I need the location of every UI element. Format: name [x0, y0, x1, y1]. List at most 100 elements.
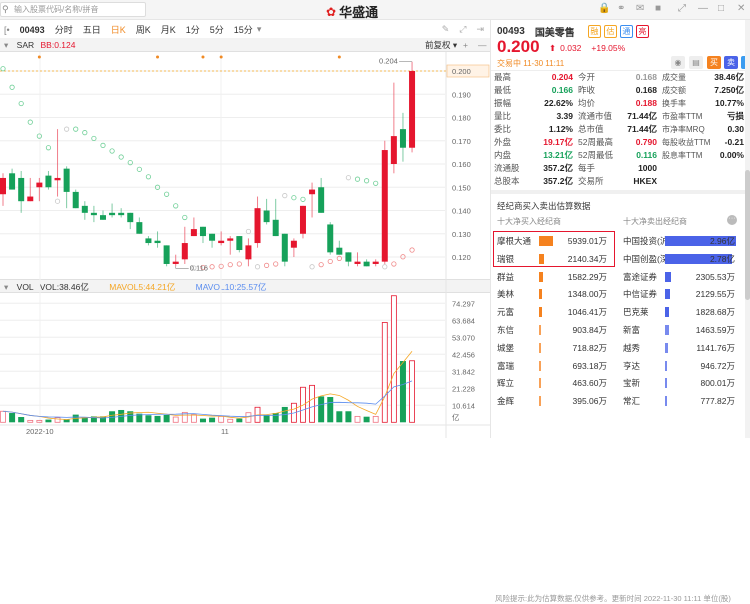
minimize-button[interactable]: —	[698, 3, 708, 14]
sar-point	[345, 175, 352, 181]
tab-5day[interactable]: 五日	[83, 23, 101, 36]
sar-point	[118, 154, 124, 160]
tab-weekly-k[interactable]: 周K	[136, 23, 151, 36]
volume-bar	[399, 361, 406, 423]
quote-panel: 00493 国美零售 融估通亮 0.200 ⬆ 0.032 +19.05% 交易中 …	[490, 20, 750, 603]
stock-code-label: 00493	[497, 26, 525, 37]
volume-bar	[199, 418, 206, 423]
period-dropdown-icon[interactable]: ▾	[257, 24, 262, 35]
adjust-dropdown[interactable]: 前复权 ▾	[425, 38, 457, 52]
scrollbar[interactable]	[745, 20, 750, 438]
collapse-icon[interactable]: [•	[4, 25, 10, 35]
scrollbar-thumb[interactable]	[745, 170, 750, 300]
headset-icon[interactable]: ⚭	[617, 3, 625, 14]
kline-chart[interactable]: 0.200 0.190 0.180 0.170 0.160 0.150 0.140 0.130…	[0, 52, 490, 438]
sar-point	[236, 261, 242, 267]
tab-5min[interactable]: 5分	[210, 23, 224, 36]
volume-bar	[0, 410, 6, 423]
candle-body	[118, 212, 125, 216]
quote-value: 0.168	[635, 72, 657, 82]
quote-row: 振幅 22.62% 均价 0.188 换手率 10.77%	[491, 97, 746, 110]
net-sell-title: 十大净卖出经纪商	[623, 217, 687, 226]
broker-amount: 777.82万	[700, 396, 736, 407]
sar-label[interactable]: SAR	[17, 40, 34, 50]
tab-daily-k[interactable]: 日K	[111, 23, 126, 36]
vol-tick-label: 74.297	[452, 299, 475, 308]
candle-body	[0, 177, 6, 195]
broker-amount: 2305.53万	[695, 271, 735, 282]
maximize-button[interactable]: □	[718, 3, 724, 14]
candle-body	[309, 189, 316, 195]
expand-panel-icon[interactable]: ⇥	[476, 24, 484, 35]
tab-1min[interactable]: 1分	[186, 23, 200, 36]
search-input[interactable]: 输入股票代码/名称/拼音	[0, 2, 146, 17]
lock-icon[interactable]: 🔒	[598, 3, 610, 14]
sell-broker-row[interactable]: 巴克莱 1828.68万	[491, 303, 746, 321]
vol-tick-label: 63.684	[452, 316, 475, 325]
buy-button[interactable]: 买	[707, 56, 721, 69]
sell-broker-row[interactable]: 亨达 946.72万	[491, 357, 746, 375]
broker-amount-bar	[665, 378, 667, 389]
close-button[interactable]: ✕	[737, 3, 745, 14]
quote-label: 最高	[494, 72, 512, 82]
candle-body	[36, 182, 43, 188]
alert-bell-icon[interactable]: ◉	[671, 56, 685, 69]
sell-broker-row[interactable]: 中信证券 2129.55万	[491, 285, 746, 303]
quote-label: 流通股	[494, 163, 520, 173]
candle-body	[372, 261, 379, 264]
sar-point	[327, 258, 333, 265]
quote-label: 成交量	[662, 73, 686, 82]
candle-body	[227, 238, 234, 241]
zoom-out-button[interactable]: —	[478, 38, 487, 52]
volume-bar	[36, 419, 43, 423]
candle-body	[327, 224, 334, 253]
shirt-icon[interactable]: ■	[655, 3, 661, 14]
sell-broker-row[interactable]: 宝新 800.01万	[491, 374, 746, 392]
broker-amount-bar	[665, 289, 671, 300]
sell-broker-row[interactable]: 富途证券 2305.53万	[491, 268, 746, 286]
tab-15min[interactable]: 15分	[234, 23, 253, 36]
broker-name: 巴克莱	[623, 307, 649, 318]
high-price-label: 0.204	[379, 57, 398, 66]
sell-broker-row[interactable]: 越秀 1141.76万	[491, 339, 746, 357]
sell-broker-row[interactable]: 新富 1463.59万	[491, 321, 746, 339]
quote-cell: 今开 0.168	[575, 71, 659, 84]
zoom-in-button[interactable]: +	[463, 38, 468, 52]
draw-icon[interactable]: ✎	[442, 24, 450, 35]
sar-point	[100, 142, 106, 148]
more-icon[interactable]: ···	[727, 215, 737, 225]
quote-label: 换手率	[662, 99, 686, 108]
quote-row: 委比 1.12% 总市值 71.44亿 市净率MRQ 0.30	[491, 123, 746, 136]
tab-intraday[interactable]: 分时	[55, 23, 73, 36]
broker-amount: 2.96亿	[709, 236, 735, 246]
sar-point	[309, 264, 315, 270]
vol-tick-label: 10.614	[452, 401, 475, 410]
quote-value: HKEX	[633, 176, 657, 186]
quote-label: 流通市值	[578, 111, 613, 121]
vol-tick-label: 31.842	[452, 367, 475, 376]
sell-broker-row[interactable]: 常汇 777.82万	[491, 392, 746, 410]
volume-bar	[409, 360, 415, 423]
quote-value: 19.17亿	[543, 137, 573, 147]
volume-bar	[327, 397, 334, 423]
quote-label: 52周最低	[578, 150, 613, 160]
sell-button[interactable]: 卖	[724, 56, 738, 69]
tab-monthly-k[interactable]: 月K	[161, 23, 176, 36]
volume-bar	[18, 417, 25, 423]
candle-body	[409, 71, 416, 148]
broker-amount: 2129.55万	[695, 289, 735, 300]
volume-bar	[81, 417, 88, 423]
quote-value: 0.166	[551, 85, 573, 95]
mail-icon[interactable]: ✉	[636, 3, 644, 14]
sar-point	[409, 247, 415, 253]
quote-label: 总市值	[578, 124, 604, 134]
vol-tick-label: 53.070	[452, 333, 475, 342]
share-icon[interactable]: ▤	[689, 56, 703, 69]
shrink-icon[interactable]: ⤢	[678, 3, 686, 14]
broker-amount-bar	[665, 396, 667, 407]
quote-value: 0.00%	[719, 150, 744, 160]
fullscreen-icon[interactable]: ⤢	[459, 24, 466, 35]
collapse-indicator-icon[interactable]: ▾	[4, 40, 8, 50]
quote-label: 最低	[494, 85, 512, 95]
sar-point	[54, 198, 61, 204]
